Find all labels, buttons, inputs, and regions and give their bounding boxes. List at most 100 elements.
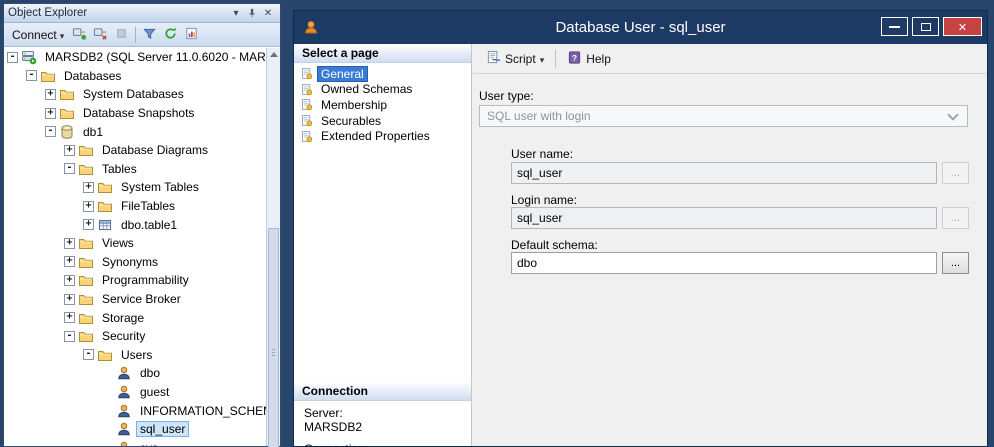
user-name-browse-button[interactable]: ... — [942, 162, 969, 184]
tree-item-label: MARSDB2 (SQL Server 11.0.6020 - MARSD — [41, 49, 280, 65]
collapse-icon[interactable] — [45, 126, 56, 137]
disconnect-button[interactable] — [90, 25, 111, 45]
connect-button[interactable]: Connect — [7, 26, 69, 44]
folder-icon — [97, 179, 113, 195]
tree-item[interactable]: Tables — [4, 160, 280, 179]
tree-item[interactable]: System Databases — [4, 85, 280, 104]
expand-icon[interactable] — [83, 182, 94, 193]
tree-item-label: Tables — [98, 161, 141, 177]
page-icon — [300, 114, 313, 127]
collapse-icon[interactable] — [64, 331, 75, 342]
folder-icon — [97, 198, 113, 214]
expand-icon[interactable] — [64, 256, 75, 267]
tree-item[interactable]: Security — [4, 327, 280, 346]
select-a-page-pane: Select a page GeneralOwned SchemasMember… — [294, 44, 472, 446]
login-name-browse-button[interactable]: ... — [942, 207, 969, 229]
tree-item[interactable]: Programmability — [4, 271, 280, 290]
tree-item-label: Users — [117, 347, 156, 363]
collapse-icon[interactable] — [26, 70, 37, 81]
filter-button[interactable] — [139, 25, 160, 45]
chevron-down-icon — [540, 52, 545, 66]
server-value: MARSDB2 — [304, 421, 461, 435]
tree-item[interactable]: INFORMATION_SCHEMA — [4, 401, 280, 420]
tree-item[interactable]: guest — [4, 383, 280, 402]
tree-item[interactable]: FileTables — [4, 197, 280, 216]
user-type-dropdown[interactable]: SQL user with login — [479, 105, 968, 127]
scrollbar-thumb[interactable] — [268, 228, 279, 447]
tree-item[interactable]: Storage — [4, 308, 280, 327]
help-icon: ? — [567, 50, 582, 68]
page-item-owned-schemas[interactable]: Owned Schemas — [294, 82, 471, 98]
pin-icon[interactable] — [244, 6, 260, 21]
default-schema-label: Default schema: — [511, 238, 598, 252]
page-icon — [300, 130, 313, 143]
tree-item[interactable]: Service Broker — [4, 290, 280, 309]
minimize-button[interactable] — [881, 17, 908, 36]
user-name-field[interactable] — [511, 162, 937, 184]
tree-item[interactable]: MARSDB2 (SQL Server 11.0.6020 - MARSD — [4, 48, 280, 67]
expand-icon[interactable] — [64, 238, 75, 249]
expand-icon[interactable] — [45, 108, 56, 119]
expand-icon[interactable] — [64, 294, 75, 305]
expand-icon[interactable] — [45, 89, 56, 100]
tree-item-label: db1 — [79, 124, 107, 140]
script-button[interactable]: Script — [481, 47, 549, 71]
connect-server-button[interactable] — [69, 25, 90, 45]
report-button[interactable] — [181, 25, 202, 45]
collapse-icon[interactable] — [83, 349, 94, 360]
dialog-titlebar[interactable]: Database User - sql_user — [294, 11, 987, 44]
window-position-icon[interactable]: ▾ — [228, 6, 244, 21]
tree-item[interactable]: db1 — [4, 122, 280, 141]
tree-item[interactable]: dbo — [4, 364, 280, 383]
tree-item[interactable]: Database Snapshots — [4, 104, 280, 123]
tree-item[interactable]: Databases — [4, 67, 280, 86]
connect-server-icon — [72, 26, 87, 44]
login-name-field[interactable] — [511, 207, 937, 229]
help-button[interactable]: ? Help — [562, 47, 616, 71]
minimize-icon — [889, 26, 900, 28]
default-schema-browse-button[interactable]: ... — [942, 252, 969, 274]
tree-item[interactable]: Users — [4, 346, 280, 365]
dialog-body: Select a page GeneralOwned SchemasMember… — [294, 44, 987, 446]
tree-item-label: Programmability — [98, 272, 193, 288]
page-item-extended-properties[interactable]: Extended Properties — [294, 128, 471, 144]
tree-item[interactable]: Synonyms — [4, 253, 280, 272]
user-type-value: SQL user with login — [487, 109, 591, 123]
expand-icon[interactable] — [83, 201, 94, 212]
stop-button[interactable] — [111, 25, 132, 45]
page-item-label: Membership — [317, 97, 391, 113]
expand-icon[interactable] — [83, 219, 94, 230]
object-explorer-titlebar[interactable]: Object Explorer ▾✕ — [4, 4, 280, 23]
close-button[interactable] — [943, 17, 982, 36]
toolbar-separator — [135, 27, 136, 43]
page-item-membership[interactable]: Membership — [294, 97, 471, 113]
maximize-button[interactable] — [912, 17, 939, 36]
tree-item[interactable]: Views — [4, 234, 280, 253]
select-a-page-header: Select a page — [294, 44, 471, 63]
expand-icon[interactable] — [64, 275, 75, 286]
page-item-securables[interactable]: Securables — [294, 113, 471, 129]
tree-item[interactable]: sys — [4, 438, 280, 446]
collapse-icon[interactable] — [64, 163, 75, 174]
table-icon — [97, 217, 113, 233]
script-button-label: Script — [505, 52, 536, 66]
default-schema-field[interactable] — [511, 252, 937, 274]
tree-item[interactable]: System Tables — [4, 178, 280, 197]
close-icon[interactable]: ✕ — [260, 6, 276, 21]
dialog-main-pane: Script ? Help User type: SQL user with l… — [473, 44, 987, 446]
login-name-label: Login name: — [511, 193, 577, 207]
tree-scrollbar[interactable] — [266, 48, 280, 446]
dialog-toolbar: Script ? Help — [473, 44, 987, 74]
tree-item[interactable]: dbo.table1 — [4, 215, 280, 234]
expand-icon[interactable] — [64, 312, 75, 323]
folder-icon — [78, 291, 94, 307]
user-icon — [116, 421, 132, 437]
page-item-general[interactable]: General — [294, 66, 471, 82]
collapse-icon[interactable] — [7, 52, 18, 63]
tree-item[interactable]: sql_user — [4, 420, 280, 439]
expand-icon[interactable] — [64, 145, 75, 156]
refresh-button[interactable] — [160, 25, 181, 45]
scroll-up-icon[interactable] — [270, 52, 278, 57]
tree-item[interactable]: Database Diagrams — [4, 141, 280, 160]
server-label: Server: — [304, 407, 461, 421]
